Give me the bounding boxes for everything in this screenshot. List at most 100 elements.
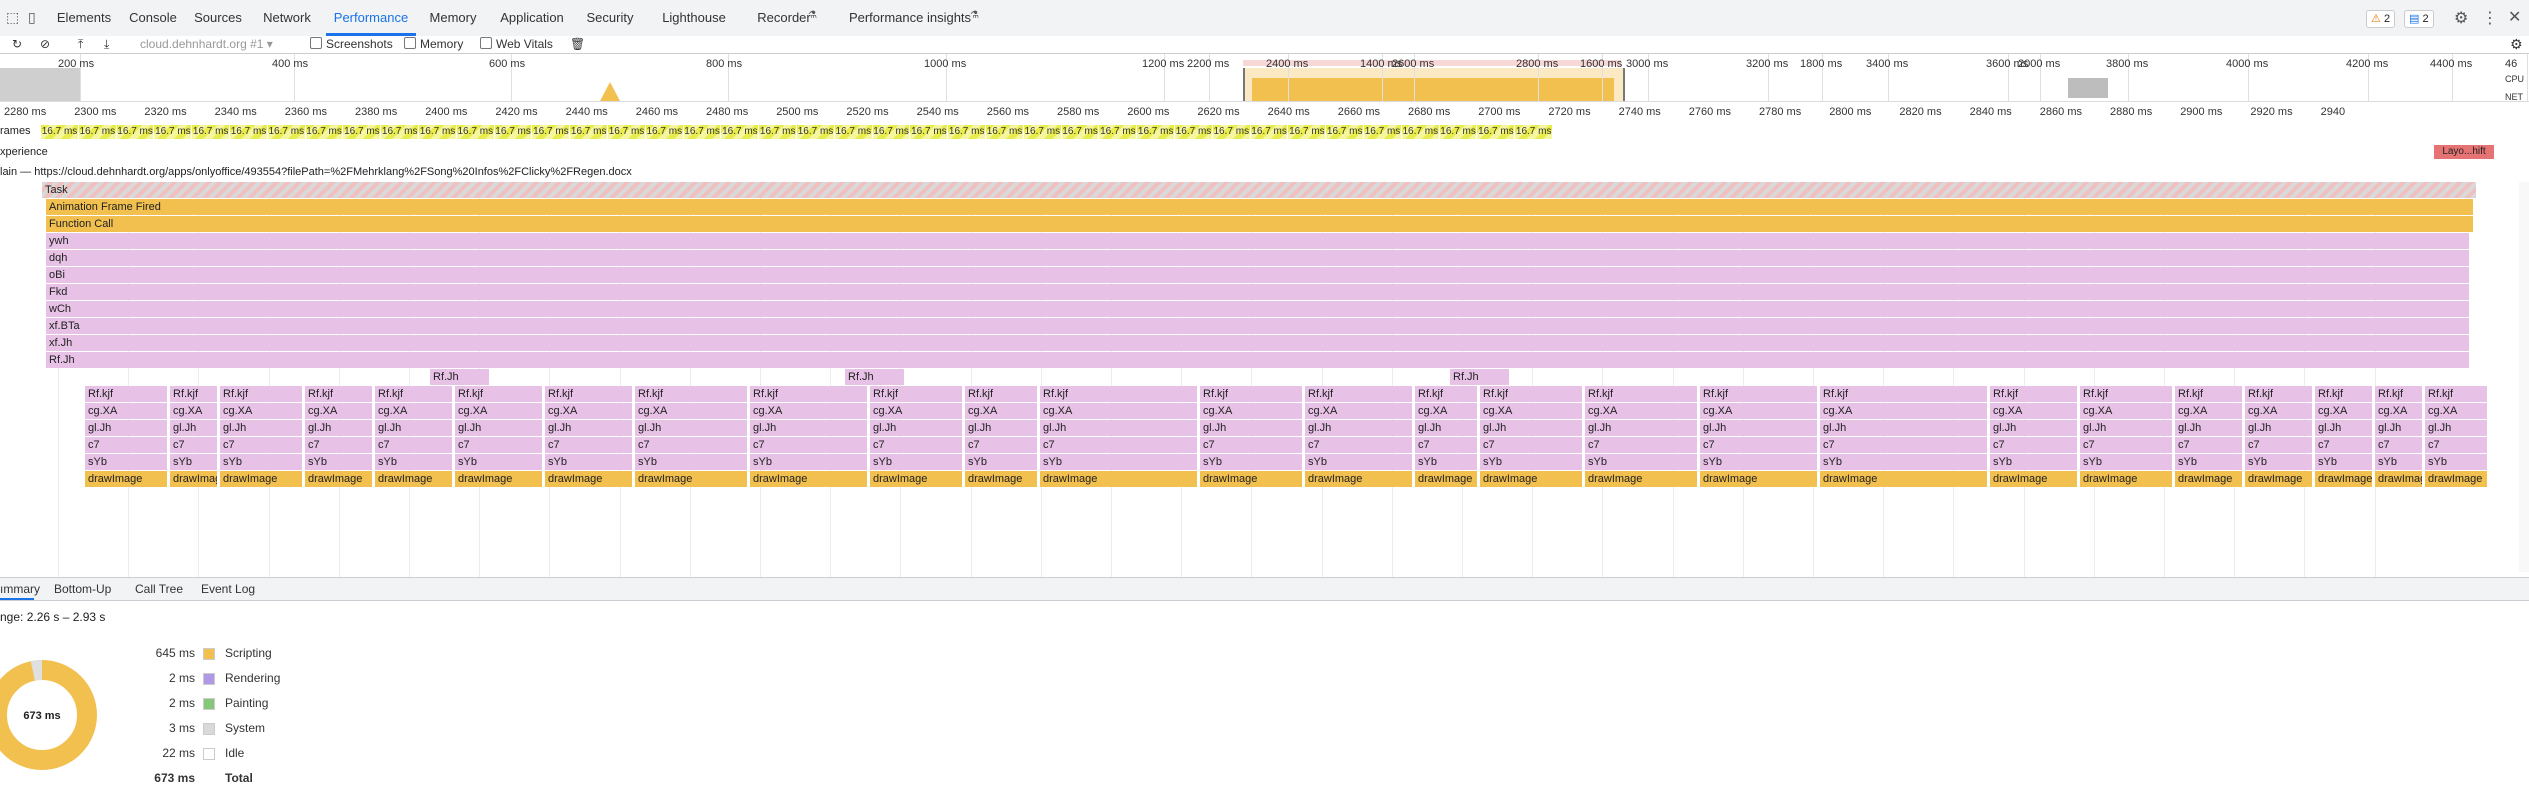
tab-security[interactable]: Security [578, 0, 642, 36]
frame-block[interactable]: 16.7 ms [77, 125, 116, 139]
frame-block[interactable]: 16.7 ms [531, 125, 570, 139]
flame-entry-rfkjf[interactable]: Rf.kjf [220, 386, 303, 402]
frame-block[interactable]: 16.7 ms [1098, 125, 1137, 139]
flame-entry-cgxa[interactable]: cg.XA [220, 403, 303, 419]
tab-summary[interactable]: ımmary [0, 578, 40, 600]
frame-block[interactable]: 16.7 ms [569, 125, 608, 139]
flame-entry-syb[interactable]: sYb [750, 454, 868, 470]
flame-entry-c7[interactable]: c7 [870, 437, 963, 453]
flame-entry-syb[interactable]: sYb [375, 454, 453, 470]
clear-icon[interactable]: ⊘ [40, 36, 50, 53]
download-profile-icon[interactable]: ⤓ [104, 36, 109, 53]
frame-block[interactable]: 16.7 ms [1249, 125, 1288, 139]
flame-entry-syb[interactable]: sYb [545, 454, 633, 470]
more-options-icon[interactable]: ⋮ [2482, 8, 2498, 28]
warnings-badge[interactable]: ⚠ 2 [2366, 10, 2396, 28]
flame-entry-animation-frame-fired[interactable]: Animation Frame Fired [46, 199, 2474, 215]
flame-entry-rfkjf[interactable]: Rf.kjf [1990, 386, 2078, 402]
upload-profile-icon[interactable]: ⤒ [78, 36, 83, 53]
flame-entry-syb[interactable]: sYb [1200, 454, 1303, 470]
flame-entry-rfkjf[interactable]: Rf.kjf [750, 386, 868, 402]
flame-entry-c7[interactable]: c7 [750, 437, 868, 453]
flame-entry-drawimage[interactable]: drawImage [750, 471, 868, 487]
flame-entry-drawimage[interactable]: drawImage [1480, 471, 1583, 487]
timeline-overview[interactable]: 200 ms 400 ms 600 ms 800 ms 1000 ms 1200 ms 14… [0, 54, 2529, 102]
flame-entry-gljh[interactable]: gl.Jh [455, 420, 543, 436]
flame-entry-gljh[interactable]: gl.Jh [545, 420, 633, 436]
frame-block[interactable]: 16.7 ms [947, 125, 986, 139]
flame-entry-c7[interactable]: c7 [1305, 437, 1413, 453]
flame-entry-gljh[interactable]: gl.Jh [2175, 420, 2243, 436]
frame-block[interactable]: 16.7 ms [758, 125, 797, 139]
frame-block[interactable]: 16.7 ms [682, 125, 721, 139]
flame-entry-drawimage[interactable]: drawImage [305, 471, 373, 487]
flame-entry-cgxa[interactable]: cg.XA [375, 403, 453, 419]
flame-entry-drawimage[interactable]: drawImage [220, 471, 303, 487]
flame-entry-c7[interactable]: c7 [1040, 437, 1198, 453]
flame-entry-syb[interactable]: sYb [1305, 454, 1413, 470]
frame-block[interactable]: 16.7 ms [985, 125, 1023, 139]
flame-entry-drawimage[interactable]: drawImage [635, 471, 748, 487]
flame-entry-c7[interactable]: c7 [220, 437, 303, 453]
flame-entry-cgxa[interactable]: cg.XA [870, 403, 963, 419]
flame-entry-gljh[interactable]: gl.Jh [870, 420, 963, 436]
experience-track[interactable]: xperience Layo...hift [0, 144, 2529, 160]
flame-entry-cgxa[interactable]: cg.XA [1820, 403, 1988, 419]
layout-shift-event[interactable]: Layo...hift [2434, 145, 2494, 159]
flame-entry-rfkjf[interactable]: Rf.kjf [1040, 386, 1198, 402]
tab-application[interactable]: Application [492, 0, 572, 36]
flame-entry-gljh[interactable]: gl.Jh [375, 420, 453, 436]
frame-block[interactable]: 16.7 ms [455, 125, 494, 139]
flame-entry-cgxa[interactable]: cg.XA [965, 403, 1038, 419]
flame-entry-cgxa[interactable]: cg.XA [1700, 403, 1818, 419]
frame-block[interactable]: 16.7 ms [153, 125, 192, 139]
flame-entry-c7[interactable]: c7 [1820, 437, 1988, 453]
flame-entry-syb[interactable]: sYb [635, 454, 748, 470]
flame-entry-rf-jh[interactable]: Rf.Jh [430, 369, 490, 385]
flame-entry-c7[interactable]: c7 [2375, 437, 2423, 453]
capture-settings-gear-icon[interactable]: ⚙ [2510, 36, 2523, 53]
tab-bottom-up[interactable]: Bottom-Up [54, 578, 124, 600]
frame-block[interactable]: 16.7 ms [266, 125, 305, 139]
flame-entry-rf-jh[interactable]: Rf.Jh [1450, 369, 1510, 385]
frame-block[interactable]: 16.7 ms [644, 125, 683, 139]
flame-entry-gljh[interactable]: gl.Jh [965, 420, 1038, 436]
flame-entry-rfkjf[interactable]: Rf.kjf [305, 386, 373, 402]
frame-block[interactable]: 16.7 ms [1514, 125, 1553, 139]
flame-entry-drawimage[interactable]: drawImage [1200, 471, 1303, 487]
flame-entry-syb[interactable]: sYb [170, 454, 218, 470]
tab-console[interactable]: Console [124, 0, 182, 36]
frame-block[interactable]: 16.7 ms [1476, 125, 1515, 139]
tab-lighthouse[interactable]: Lighthouse [652, 0, 736, 36]
flame-entry-cgxa[interactable]: cg.XA [1585, 403, 1698, 419]
flame-entry-syb[interactable]: sYb [2315, 454, 2373, 470]
flame-entry-syb[interactable]: sYb [305, 454, 373, 470]
flame-entry-syb[interactable]: sYb [85, 454, 168, 470]
flame-entry-c7[interactable]: c7 [1415, 437, 1478, 453]
flame-entry-rfkjf[interactable]: Rf.kjf [2315, 386, 2373, 402]
flame-entry-cgxa[interactable]: cg.XA [170, 403, 218, 419]
flame-entry-syb[interactable]: sYb [2175, 454, 2243, 470]
flame-entry-rfkjf[interactable]: Rf.kjf [2245, 386, 2313, 402]
flame-entry-c7[interactable]: c7 [635, 437, 748, 453]
flame-entry-rfkjf[interactable]: Rf.kjf [1305, 386, 1413, 402]
flame-entry-obi[interactable]: oBi [46, 267, 2470, 283]
flame-entry-cgxa[interactable]: cg.XA [85, 403, 168, 419]
tab-performance-insights[interactable]: Performance insights [840, 0, 980, 36]
frame-block[interactable]: 16.7 ms [191, 125, 230, 139]
frame-block[interactable]: 16.7 ms [493, 125, 532, 139]
frame-block[interactable]: 16.7 ms [1438, 125, 1477, 139]
flame-entry-syb[interactable]: sYb [1040, 454, 1198, 470]
flame-entry-rfkjf[interactable]: Rf.kjf [1585, 386, 1698, 402]
close-devtools-icon[interactable]: ✕ [2508, 7, 2521, 27]
flame-entry-fkd[interactable]: Fkd [46, 284, 2470, 300]
flame-entry-gljh[interactable]: gl.Jh [2245, 420, 2313, 436]
flame-entry-cgxa[interactable]: cg.XA [1480, 403, 1583, 419]
flame-entry-c7[interactable]: c7 [1585, 437, 1698, 453]
flame-entry-syb[interactable]: sYb [2245, 454, 2313, 470]
flame-entry-syb[interactable]: sYb [870, 454, 963, 470]
flame-entry-syb[interactable]: sYb [1480, 454, 1583, 470]
flame-entry-syb[interactable]: sYb [1415, 454, 1478, 470]
flame-entry-drawimage[interactable]: drawImage [2175, 471, 2243, 487]
flame-entry-drawimage[interactable]: drawImage [85, 471, 168, 487]
